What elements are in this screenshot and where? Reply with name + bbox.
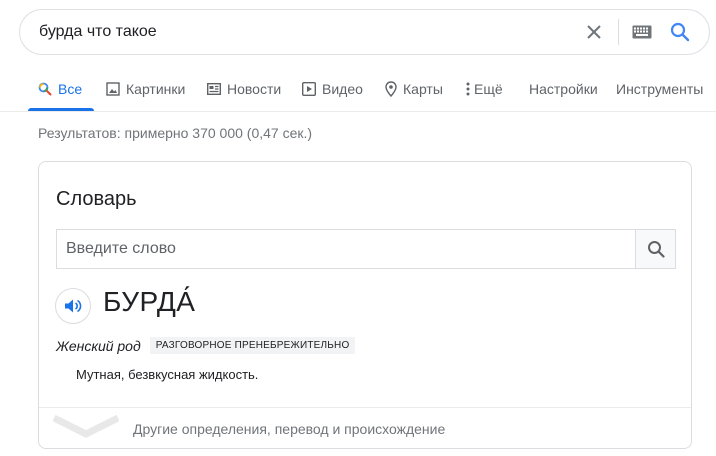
- grammar-row: Женский род РАЗГОВОРНОЕ ПРЕНЕБРЕЖИТЕЛЬНО: [56, 337, 356, 354]
- tab-label: Все: [58, 80, 83, 97]
- tab-label: Инструменты: [616, 80, 704, 97]
- virtual-keyboard-button[interactable]: [628, 18, 656, 46]
- clear-search-button[interactable]: [580, 18, 608, 46]
- card-title: Словарь: [56, 188, 137, 210]
- tab-label: Видео: [322, 80, 363, 97]
- tab-settings[interactable]: Настройки: [529, 66, 598, 111]
- more-definitions-link[interactable]: Другие определения, перевод и происхожде…: [39, 408, 691, 448]
- tab-label: Карты: [403, 80, 443, 97]
- definition-text: Мутная, безвкусная жидкость.: [76, 367, 259, 382]
- search-query-input[interactable]: бурда что такое: [39, 10, 157, 54]
- play-icon: [302, 81, 316, 96]
- search-icon: [647, 241, 665, 258]
- tab-more[interactable]: Ещё: [466, 66, 503, 111]
- tab-all[interactable]: Все: [27, 66, 95, 111]
- search-icon: [670, 22, 690, 42]
- map-pin-icon: [385, 80, 397, 97]
- search-bar-divider: [618, 19, 619, 45]
- image-icon: [106, 81, 120, 96]
- search-icon: [38, 82, 52, 96]
- dictionary-search-button[interactable]: [635, 229, 676, 269]
- tab-news[interactable]: Новости: [207, 66, 281, 111]
- search-submit-button[interactable]: [666, 18, 694, 46]
- result-stats: Результатов: примерно 370 000 (0,47 сек.…: [38, 125, 313, 141]
- dictionary-word-input[interactable]: [56, 229, 636, 269]
- pronunciation-button[interactable]: [55, 288, 91, 324]
- keyboard-icon: [632, 25, 652, 39]
- tab-tools[interactable]: Инструменты: [616, 66, 703, 111]
- tab-label: Ещё: [474, 80, 503, 97]
- tab-video[interactable]: Видео: [302, 66, 363, 111]
- headword: БУРДА́: [103, 286, 196, 317]
- chevron-down-icon: [53, 414, 119, 438]
- more-vert-icon: [466, 82, 470, 96]
- news-icon: [207, 82, 221, 95]
- tab-maps[interactable]: Карты: [385, 66, 443, 111]
- tab-label: Настройки: [529, 80, 598, 97]
- search-bar: бурда что такое: [19, 9, 710, 55]
- dictionary-card: Словарь БУРДА́ Женский род РАЗГОВОРНОЕ П…: [38, 161, 692, 449]
- more-definitions-label: Другие определения, перевод и происхожде…: [133, 421, 446, 437]
- word-gender: Женский род: [56, 337, 141, 354]
- speaker-icon: [65, 299, 82, 313]
- tabs-divider: [0, 111, 716, 112]
- search-tabs: Все Картинки Новости Видео Карты Ещё Нас…: [0, 66, 716, 111]
- usage-label-badge: РАЗГОВОРНОЕ ПРЕНЕБРЕЖИТЕЛЬНО: [149, 337, 356, 354]
- tab-label: Новости: [227, 80, 282, 97]
- tab-images[interactable]: Картинки: [106, 66, 185, 111]
- close-icon: [587, 25, 601, 39]
- tab-label: Картинки: [126, 80, 186, 97]
